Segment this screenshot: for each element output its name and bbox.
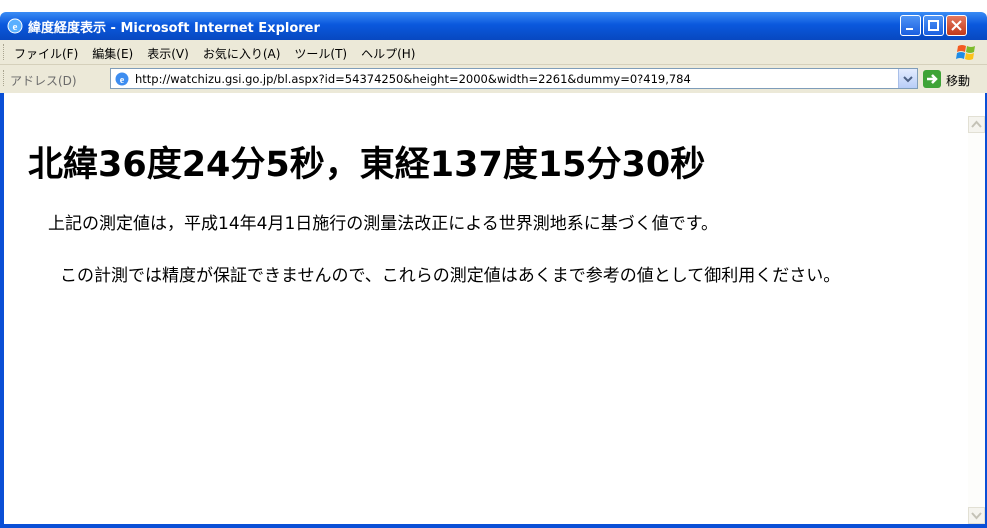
window-frame-bottom xyxy=(0,524,987,528)
address-input[interactable]: e http://watchizu.gsi.go.jp/bl.aspx?id=5… xyxy=(110,68,918,89)
page-icon: e xyxy=(115,72,129,86)
address-label: アドレス(D) xyxy=(10,74,77,88)
svg-text:e: e xyxy=(13,21,18,33)
windows-logo-icon xyxy=(956,45,975,60)
maximize-icon xyxy=(928,20,939,31)
close-button[interactable] xyxy=(946,15,967,36)
menu-bar: ファイル(F) 編集(E) 表示(V) お気に入り(A) ツール(T) ヘルプ(… xyxy=(0,40,987,65)
menu-favorites[interactable]: お気に入り(A) xyxy=(203,45,281,62)
minimize-icon xyxy=(906,28,913,30)
svg-text:e: e xyxy=(120,75,125,86)
go-button[interactable]: 移動 xyxy=(946,72,970,89)
window-title-bar[interactable]: e 緯度経度表示 - Microsoft Internet Explorer xyxy=(0,12,987,40)
scroll-down-icon[interactable] xyxy=(968,507,985,524)
maximize-button[interactable] xyxy=(923,15,944,36)
menu-file[interactable]: ファイル(F) xyxy=(14,45,78,62)
note-paragraph-1: 上記の測定値は，平成14年4月1日施行の測量法改正による世界測地系に基づく値です… xyxy=(48,214,719,234)
go-arrow-icon[interactable] xyxy=(922,69,942,89)
internet-explorer-icon: e xyxy=(7,18,23,34)
menu-tools[interactable]: ツール(T) xyxy=(294,45,347,62)
chevron-down-icon xyxy=(903,76,913,83)
page-content: 北緯36度24分5秒，東経137度15分30秒 上記の測定値は，平成14年4月1… xyxy=(4,116,968,524)
content-top-margin xyxy=(4,93,985,116)
toolbar-grip[interactable] xyxy=(3,44,6,60)
vertical-scrollbar[interactable] xyxy=(968,116,985,524)
scroll-up-icon[interactable] xyxy=(968,116,985,133)
address-dropdown-button[interactable] xyxy=(898,69,917,88)
menu-view[interactable]: 表示(V) xyxy=(147,45,189,62)
menu-help[interactable]: ヘルプ(H) xyxy=(361,45,415,62)
close-icon xyxy=(951,20,962,31)
menu-edit[interactable]: 編集(E) xyxy=(92,45,133,62)
address-url[interactable]: http://watchizu.gsi.go.jp/bl.aspx?id=543… xyxy=(135,72,691,86)
address-bar: アドレス(D) e http://watchizu.gsi.go.jp/bl.a… xyxy=(0,65,987,94)
toolbar-grip[interactable] xyxy=(3,70,6,86)
minimize-button[interactable] xyxy=(900,15,921,36)
window-title: 緯度経度表示 - Microsoft Internet Explorer xyxy=(28,21,320,36)
note-paragraph-2: この計測では精度が保証できませんので、これらの測定値はあくまで参考の値として御利… xyxy=(60,266,841,286)
coordinates-heading: 北緯36度24分5秒，東経137度15分30秒 xyxy=(28,145,706,185)
